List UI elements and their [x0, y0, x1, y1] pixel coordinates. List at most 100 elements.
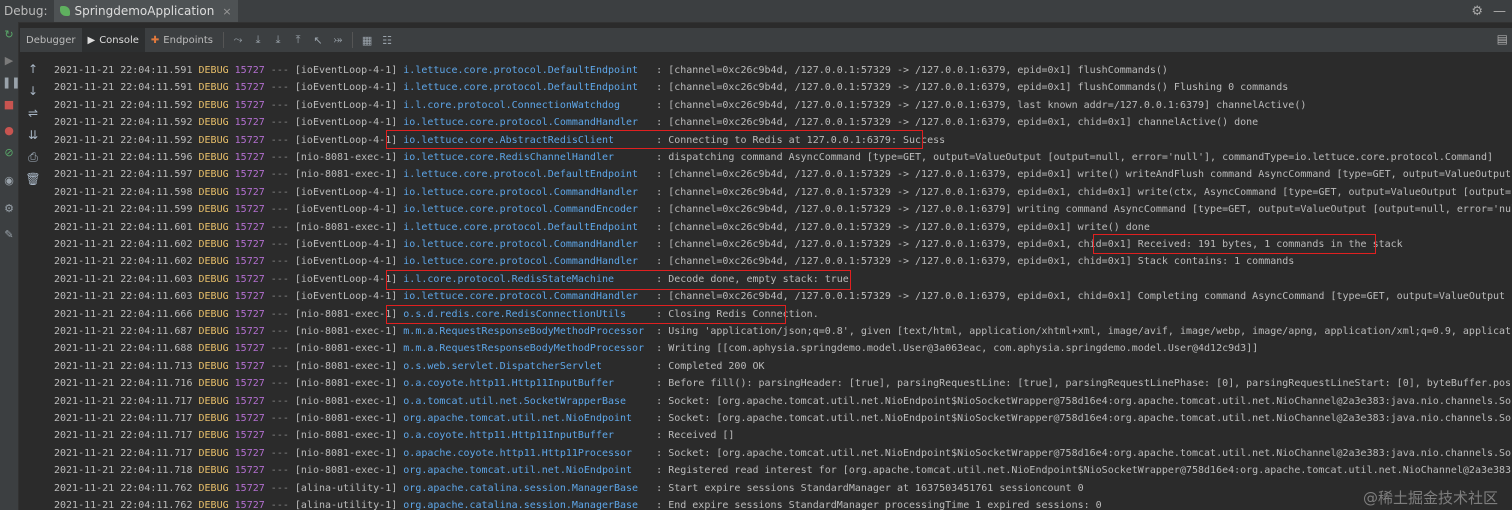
- show-execution-point-icon[interactable]: ⤳: [228, 33, 248, 47]
- log-logger: m.m.a.RequestResponseBodyMethodProcessor: [403, 343, 651, 355]
- scroll-up-icon[interactable]: ↑: [25, 62, 41, 76]
- evaluate-expression-icon[interactable]: ▦: [357, 34, 377, 47]
- log-lvl: DEBUG: [198, 221, 229, 233]
- log-line: 2021-11-21 22:04:11.596 DEBUG 15727 --- …: [54, 149, 1493, 166]
- soft-wrap-icon[interactable]: ⇌: [25, 106, 41, 120]
- log-msg: : [channel=0xc26c9b4d, /127.0.0.1:57329 …: [656, 117, 1259, 129]
- log-logger: o.apache.coyote.http11.Http11Processor: [403, 447, 651, 459]
- view-breakpoints-icon[interactable]: ●: [2, 124, 16, 138]
- log-ts: 2021-11-21 22:04:11.762: [54, 500, 193, 510]
- scroll-to-end-icon[interactable]: ⇊: [25, 128, 41, 142]
- print-icon[interactable]: ⎙: [25, 150, 41, 165]
- log-lvl: DEBUG: [198, 326, 229, 337]
- log-thr: [ioEventLoop-4-1]: [294, 273, 398, 285]
- log-ts: 2021-11-21 22:04:11.597: [54, 169, 193, 181]
- resume-icon[interactable]: ▶: [2, 54, 16, 68]
- log-msg: : Completed 200 OK: [656, 360, 765, 372]
- log-line: 2021-11-21 22:04:11.716 DEBUG 15727 --- …: [54, 375, 1512, 392]
- minimize-icon[interactable]: —: [1493, 4, 1506, 19]
- log-line: 2021-11-21 22:04:11.591 DEBUG 15727 --- …: [54, 79, 1288, 96]
- log-lvl: DEBUG: [198, 256, 229, 268]
- log-msg: : Using 'application/json;q=0.8', given …: [656, 326, 1512, 337]
- log-logger: i.lettuce.core.protocol.DefaultEndpoint: [403, 169, 651, 181]
- toolbar-divider: [352, 32, 354, 48]
- tab-endpoints[interactable]: ✚ Endpoints: [145, 28, 219, 52]
- log-msg: : Start expire sessions StandardManager …: [656, 482, 1084, 494]
- log-dash: ---: [270, 221, 289, 233]
- settings-gear-icon[interactable]: ⚙: [1471, 4, 1483, 19]
- log-lvl: DEBUG: [198, 65, 229, 76]
- toolbar-divider: [223, 32, 225, 48]
- pause-icon[interactable]: ❚❚: [2, 76, 20, 90]
- step-out-icon[interactable]: ⤒: [288, 33, 308, 47]
- log-line: 2021-11-21 22:04:11.597 DEBUG 15727 --- …: [54, 166, 1512, 183]
- log-thr: [nio-8081-exec-1]: [294, 447, 398, 459]
- run-config-tab-label: SpringdemoApplication: [74, 4, 215, 18]
- log-thr: [ioEventLoop-4-1]: [294, 99, 398, 111]
- pin-icon[interactable]: ✎: [2, 228, 16, 242]
- log-pid: 15727: [234, 500, 265, 510]
- settings-icon[interactable]: ⚙: [2, 202, 16, 216]
- log-line: 2021-11-21 22:04:11.717 DEBUG 15727 --- …: [54, 427, 734, 444]
- log-msg: : Before fill(): parsingHeader: [true], …: [656, 378, 1512, 390]
- camera-icon[interactable]: ◉: [2, 174, 16, 188]
- log-thr: [ioEventLoop-4-1]: [294, 239, 398, 250]
- run-to-cursor-icon[interactable]: ⤖: [328, 33, 348, 47]
- log-logger: i.lettuce.core.protocol.DefaultEndpoint: [403, 65, 651, 76]
- spring-leaf-icon: [59, 6, 70, 16]
- log-lvl: DEBUG: [198, 360, 229, 372]
- log-ts: 2021-11-21 22:04:11.603: [54, 273, 193, 285]
- log-line: 2021-11-21 22:04:11.602 DEBUG 15727 --- …: [54, 253, 1294, 270]
- log-dash: ---: [270, 430, 289, 442]
- log-logger: org.apache.catalina.session.ManagerBase: [403, 482, 651, 494]
- log-line: 2021-11-21 22:04:11.687 DEBUG 15727 --- …: [54, 323, 1512, 340]
- log-logger: org.apache.tomcat.util.net.NioEndpoint: [403, 465, 651, 477]
- layout-settings-icon[interactable]: ▤: [1497, 32, 1508, 46]
- rerun-icon[interactable]: ↻: [2, 28, 16, 42]
- log-dash: ---: [270, 482, 289, 494]
- log-msg: : [channel=0xc26c9b4d, /127.0.0.1:57329 …: [656, 256, 1295, 268]
- endpoints-icon: ✚: [150, 34, 160, 46]
- tab-console[interactable]: ▶ Console: [81, 28, 145, 52]
- log-ts: 2021-11-21 22:04:11.596: [54, 152, 193, 163]
- log-lvl: DEBUG: [198, 343, 229, 355]
- log-dash: ---: [270, 447, 289, 459]
- log-msg: : [channel=0xc26c9b4d, /127.0.0.1:57329 …: [656, 65, 1168, 76]
- log-ts: 2021-11-21 22:04:11.602: [54, 239, 193, 250]
- scroll-down-icon[interactable]: ↓: [25, 84, 41, 98]
- step-into-icon[interactable]: ⤓: [268, 33, 288, 47]
- log-pid: 15727: [234, 169, 265, 181]
- log-line: 2021-11-21 22:04:11.688 DEBUG 15727 --- …: [54, 340, 1258, 357]
- log-ts: 2021-11-21 22:04:11.762: [54, 482, 193, 494]
- log-ts: 2021-11-21 22:04:11.592: [54, 99, 193, 111]
- log-pid: 15727: [234, 134, 265, 146]
- step-over-icon[interactable]: ⤓: [248, 33, 268, 47]
- close-tab-icon[interactable]: ×: [222, 5, 231, 18]
- log-line: 2021-11-21 22:04:11.592 DEBUG 15727 --- …: [54, 114, 1258, 131]
- log-line: 2021-11-21 22:04:11.599 DEBUG 15727 --- …: [54, 201, 1512, 218]
- log-thr: [ioEventLoop-4-1]: [294, 186, 398, 198]
- log-ts: 2021-11-21 22:04:11.591: [54, 65, 193, 76]
- log-lvl: DEBUG: [198, 430, 229, 442]
- log-ts: 2021-11-21 22:04:11.592: [54, 134, 193, 146]
- run-config-tab[interactable]: SpringdemoApplication ×: [53, 0, 238, 22]
- log-thr: [nio-8081-exec-1]: [294, 360, 398, 372]
- stop-icon[interactable]: ■: [2, 98, 16, 112]
- drop-frame-icon[interactable]: ↖: [308, 34, 328, 47]
- log-ts: 2021-11-21 22:04:11.713: [54, 360, 193, 372]
- debug-label: Debug:: [4, 4, 48, 18]
- log-line: 2021-11-21 22:04:11.717 DEBUG 15727 --- …: [54, 393, 1512, 410]
- log-pid: 15727: [234, 447, 265, 459]
- trace-stream-icon[interactable]: ☷: [377, 34, 397, 47]
- log-lvl: DEBUG: [198, 82, 229, 94]
- debug-actions-sidebar: ↻ ▶ ❚❚ ■ ● ⊘ ◉ ⚙ ✎: [0, 22, 20, 510]
- log-ts: 2021-11-21 22:04:11.601: [54, 221, 193, 233]
- log-msg: : [channel=0xc26c9b4d, /127.0.0.1:57329 …: [656, 82, 1289, 94]
- log-dash: ---: [270, 500, 289, 510]
- log-thr: [nio-8081-exec-1]: [294, 343, 398, 355]
- tab-debugger[interactable]: Debugger: [20, 28, 82, 52]
- log-lvl: DEBUG: [198, 273, 229, 285]
- log-logger: i.l.core.protocol.ConnectionWatchdog: [403, 99, 651, 111]
- mute-breakpoints-icon[interactable]: ⊘: [2, 146, 16, 160]
- trash-icon[interactable]: 🗑: [25, 172, 41, 186]
